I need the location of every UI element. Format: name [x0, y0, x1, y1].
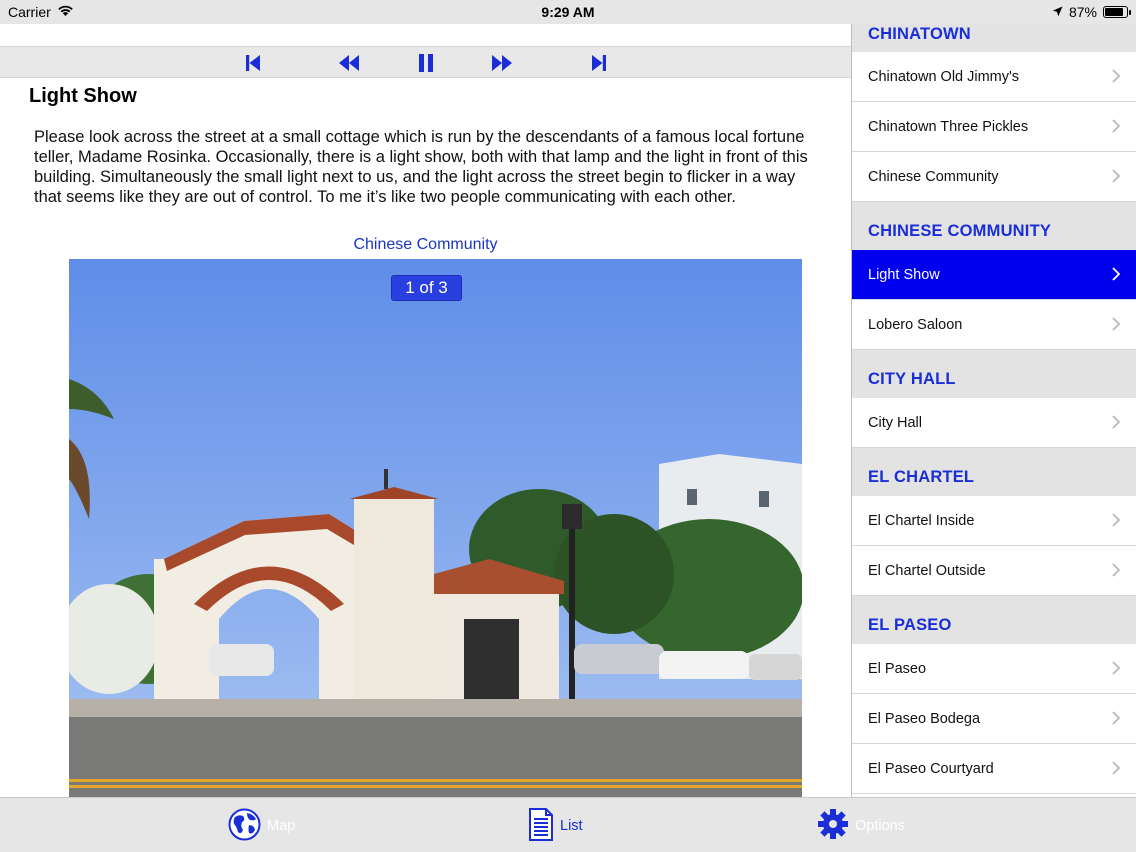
list-item-label: Light Show: [868, 266, 940, 283]
tab-list[interactable]: List: [528, 807, 583, 845]
gear-icon: [817, 808, 849, 844]
list-item-label: El Chartel Outside: [868, 562, 986, 579]
list-item-label: City Hall: [868, 414, 922, 431]
list-item-label: Lobero Saloon: [868, 316, 963, 333]
list-item[interactable]: El Paseo Courtyard: [852, 744, 1136, 794]
list-item-label: El Paseo: [868, 660, 927, 677]
list-item[interactable]: El Paseo: [852, 644, 1136, 694]
skip-to-end-icon[interactable]: [587, 52, 611, 74]
location-photo[interactable]: 1 of 3: [69, 259, 802, 797]
fast-forward-icon[interactable]: [490, 52, 514, 74]
skip-to-start-icon[interactable]: [241, 52, 265, 74]
list-item[interactable]: Lobero Saloon: [852, 300, 1136, 350]
description-text: Please look across the street at a small…: [34, 128, 808, 206]
document-list-icon: [528, 807, 554, 845]
section-header: CITY HALL: [852, 350, 1136, 398]
location-list[interactable]: CHINATOWN Chinatown Old Jimmy's Chinatown …: [852, 24, 1136, 797]
list-item-label: Chinatown Three Pickles: [868, 118, 1029, 135]
list-item[interactable]: Light Show: [852, 250, 1136, 300]
chevron-right-icon: [1112, 267, 1120, 281]
battery-percent: 87%: [1068, 4, 1097, 20]
tab-bar: Map List Options: [0, 797, 1136, 852]
list-item[interactable]: City Hall: [852, 398, 1136, 448]
tab-options[interactable]: Options: [817, 808, 905, 844]
chevron-right-icon: [1112, 317, 1120, 331]
list-item[interactable]: El Chartel Outside: [852, 546, 1136, 596]
chevron-right-icon: [1112, 69, 1120, 83]
photo-illustration: [69, 259, 802, 797]
list-item-label: Chinese Community: [868, 168, 999, 185]
status-time: 9:29 AM: [541, 4, 595, 20]
status-bar: Carrier 9:29 AM 87%: [0, 0, 1136, 24]
chevron-right-icon: [1112, 415, 1120, 429]
chevron-right-icon: [1112, 513, 1120, 527]
rewind-icon[interactable]: [337, 52, 361, 74]
section-header: CHINESE COMMUNITY: [852, 202, 1136, 250]
list-item[interactable]: El Chartel Inside: [852, 496, 1136, 546]
list-item[interactable]: Chinatown Old Jimmy's: [852, 52, 1136, 102]
chevron-right-icon: [1112, 563, 1120, 577]
globe-icon: [228, 808, 261, 845]
section-header: EL PASEO: [852, 596, 1136, 644]
list-item-label: El Paseo Courtyard: [868, 760, 994, 777]
tab-options-label: Options: [855, 818, 905, 834]
detail-panel: Light Show Please look across the street…: [0, 24, 851, 797]
chevron-right-icon: [1112, 711, 1120, 725]
app-window: Carrier 9:29 AM 87% Light Show Please lo…: [0, 0, 1136, 852]
tab-map-label: Map: [267, 818, 296, 834]
section-header: CHINATOWN: [852, 24, 1136, 52]
photo-counter-badge: 1 of 3: [391, 275, 462, 301]
chevron-right-icon: [1112, 119, 1120, 133]
location-arrow-icon: [1052, 4, 1063, 20]
battery-icon: [1103, 6, 1131, 18]
top-strip: [0, 24, 851, 46]
chevron-right-icon: [1112, 761, 1120, 775]
section-header: EL CHARTEL: [852, 448, 1136, 496]
chevron-right-icon: [1112, 661, 1120, 675]
battery-level: [1105, 8, 1124, 16]
photo-caption[interactable]: Chinese Community: [0, 236, 851, 254]
list-item-label: Chinatown Old Jimmy's: [868, 68, 1020, 85]
list-item-label: El Paseo Bodega: [868, 710, 981, 727]
tab-list-label: List: [560, 818, 583, 834]
status-right: 87%: [1052, 4, 1131, 20]
list-item[interactable]: Chinatown Three Pickles: [852, 102, 1136, 152]
page-title: Light Show: [29, 85, 137, 107]
list-item[interactable]: El Paseo Bodega: [852, 694, 1136, 744]
chevron-right-icon: [1112, 169, 1120, 183]
pause-icon[interactable]: [414, 52, 438, 74]
list-item-label: El Chartel Inside: [868, 512, 975, 529]
tab-map[interactable]: Map: [228, 808, 295, 844]
list-item[interactable]: Chinese Community: [852, 152, 1136, 202]
media-controls: [0, 46, 851, 78]
